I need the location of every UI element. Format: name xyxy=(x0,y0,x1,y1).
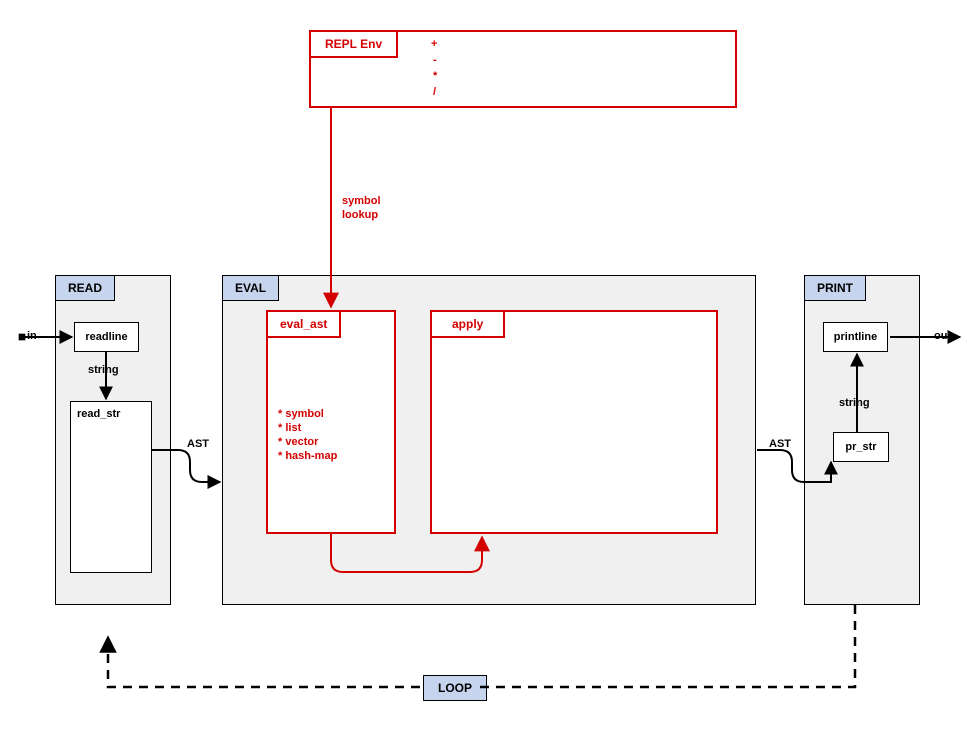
readline-label: readline xyxy=(85,331,127,343)
apply-title: apply xyxy=(430,310,505,338)
eval-ast-item-list: * list xyxy=(278,422,301,434)
pr-str-box: pr_str xyxy=(833,432,889,462)
loop-label: LOOP xyxy=(423,675,487,701)
read-str-label: read_str xyxy=(77,408,120,420)
read-title: READ xyxy=(55,275,115,301)
print-string-label: string xyxy=(839,397,870,409)
apply-panel: apply xyxy=(430,310,718,534)
readline-box: readline xyxy=(74,322,139,352)
eval-ast-title: eval_ast xyxy=(266,310,341,338)
eval-ast-item-vector: * vector xyxy=(278,436,318,448)
symbol-lookup-label-1: symbol xyxy=(342,195,381,207)
repl-env-panel: REPL Env + - * / xyxy=(309,30,737,108)
ast-right-label: AST xyxy=(769,438,791,450)
ast-left-label: AST xyxy=(187,438,209,450)
out-label: out xyxy=(934,330,951,342)
read-string-label: string xyxy=(88,364,119,376)
eval-title: EVAL xyxy=(222,275,279,301)
eval-ast-panel: eval_ast * symbol * list * vector * hash… xyxy=(266,310,396,534)
symbol-lookup-label-2: lookup xyxy=(342,209,378,221)
repl-env-op-minus: - xyxy=(433,54,437,66)
repl-env-op-slash: / xyxy=(433,86,436,98)
pr-str-label: pr_str xyxy=(845,441,876,453)
repl-env-op-star: * xyxy=(433,70,437,82)
print-title: PRINT xyxy=(804,275,866,301)
repl-env-op-plus: + xyxy=(431,38,437,50)
eval-ast-item-symbol: * symbol xyxy=(278,408,324,420)
repl-env-title: REPL Env xyxy=(309,30,398,58)
printline-label: printline xyxy=(834,331,877,343)
eval-ast-item-hashmap: * hash-map xyxy=(278,450,337,462)
printline-box: printline xyxy=(823,322,888,352)
read-str-box: read_str xyxy=(70,401,152,573)
in-label: in xyxy=(27,330,37,342)
